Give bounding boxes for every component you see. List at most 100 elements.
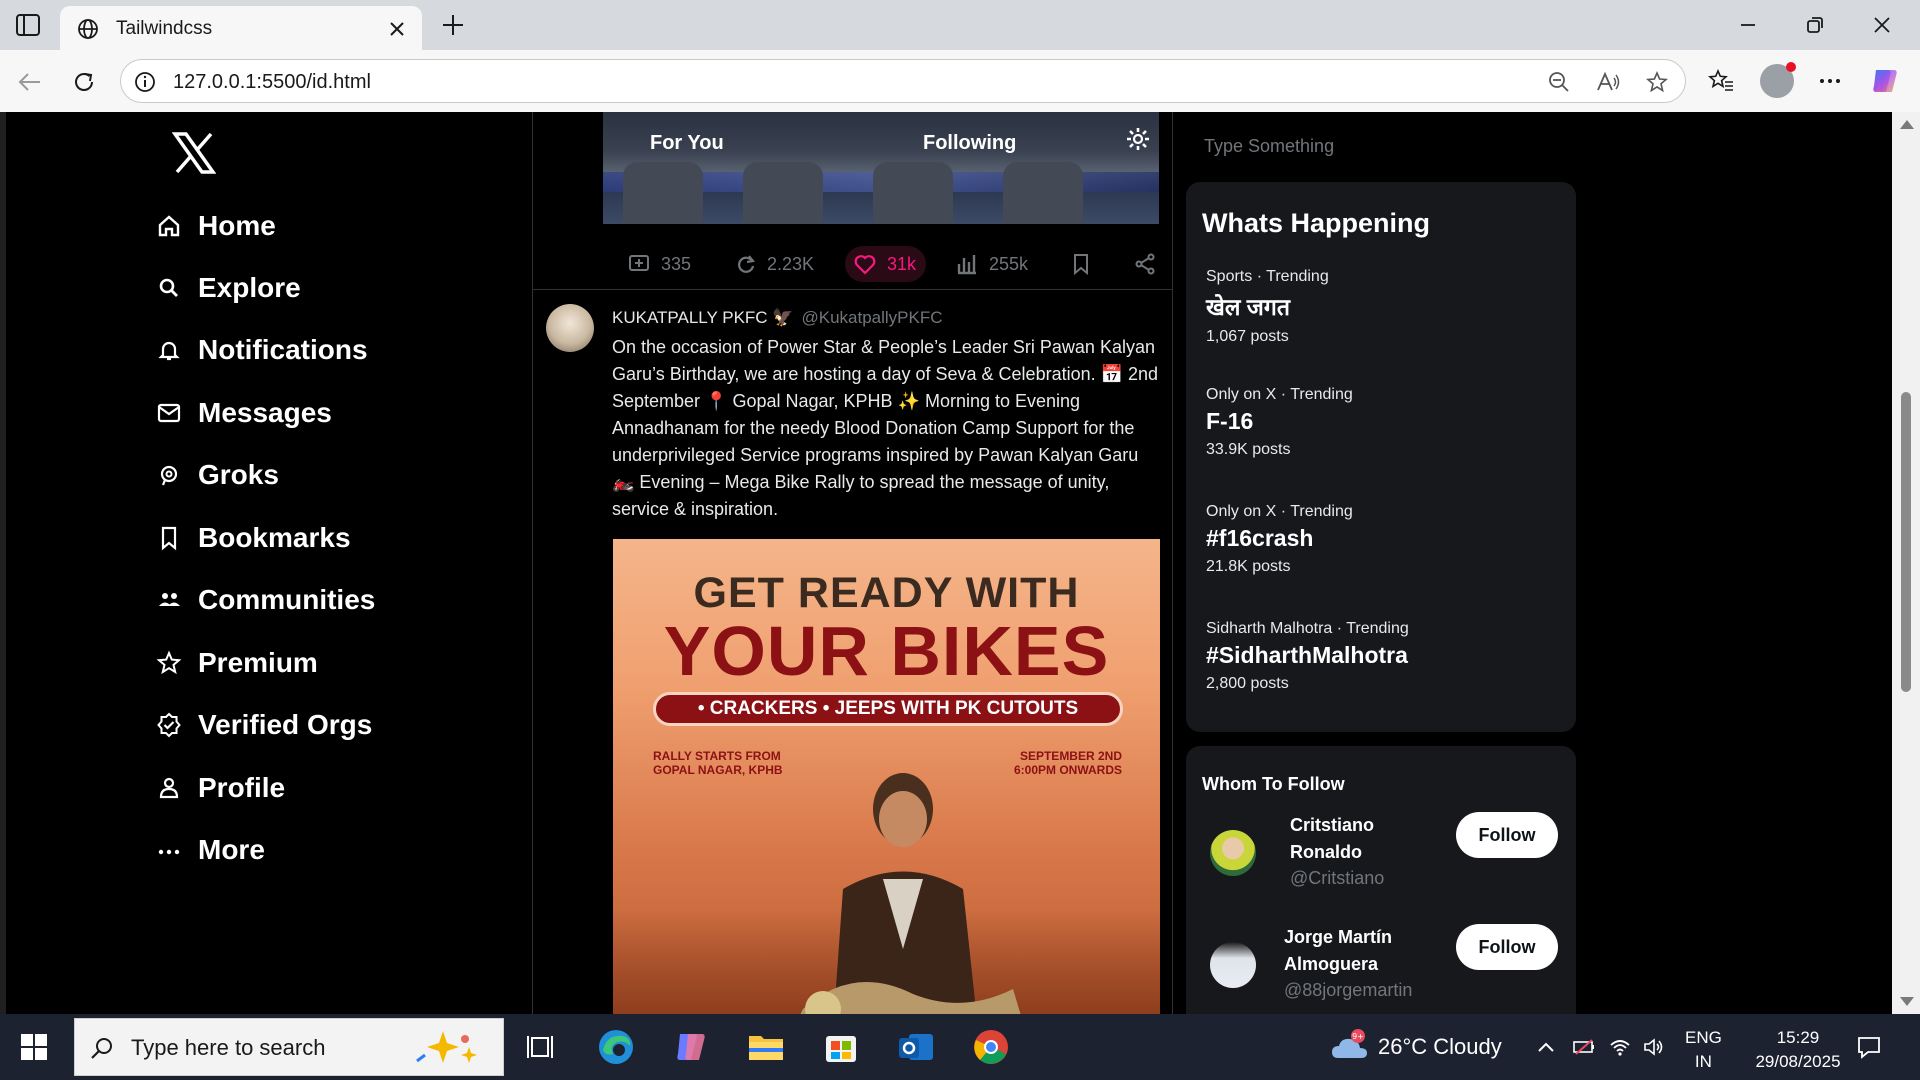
chrome-icon[interactable] (970, 1026, 1012, 1068)
like-button[interactable]: 31k (845, 246, 927, 282)
bookmark-button[interactable] (1069, 246, 1103, 282)
task-view-icon[interactable] (520, 1026, 562, 1068)
sidebar-item-groks[interactable]: Groks (156, 450, 279, 500)
sidebar-item-label: Notifications (198, 334, 368, 365)
more-options-icon[interactable] (1816, 67, 1844, 95)
read-aloud-icon[interactable] (1595, 70, 1621, 94)
copilot-app-icon[interactable] (670, 1026, 712, 1068)
trend-item[interactable]: Sidharth Malhotra · Trending #SidharthMa… (1206, 620, 1409, 693)
trend-meta: Only on X · Trending (1206, 503, 1353, 520)
follow-user-handle: @Critstiano (1290, 868, 1385, 888)
clock-date: 29/08/2025 (1755, 1052, 1841, 1071)
profile-avatar[interactable] (1760, 62, 1796, 98)
edge-browser-icon[interactable] (595, 1026, 637, 1068)
url-text[interactable]: 127.0.0.1:5500/id.html (173, 71, 371, 94)
browser-tab[interactable]: Tailwindcss (60, 6, 422, 50)
trend-item[interactable]: Sports · Trending खेल जगत 1,067 posts (1206, 268, 1329, 346)
url-field[interactable]: 127.0.0.1:5500/id.html (120, 59, 1686, 103)
cloudy-weather-icon[interactable]: 9+ (1330, 1028, 1370, 1062)
language-code: ENG (1685, 1028, 1722, 1047)
views-button[interactable]: 255k (955, 246, 1028, 282)
microsoft-store-icon[interactable] (820, 1026, 862, 1068)
sidebar-item-more[interactable]: More (156, 825, 265, 875)
scroll-down-arrow-icon[interactable] (1900, 997, 1914, 1006)
wifi-icon[interactable] (1608, 1036, 1632, 1058)
avatar[interactable] (1210, 830, 1256, 876)
trend-posts: 2,800 posts (1206, 675, 1289, 692)
scroll-up-arrow-icon[interactable] (1900, 120, 1914, 129)
trend-item[interactable]: Only on X · Trending #f16crash 21.8K pos… (1206, 503, 1353, 576)
zoom-out-icon[interactable] (1547, 70, 1571, 94)
repost-count: 2.23K (767, 253, 815, 274)
follow-user-name[interactable]: Critstiano Ronaldo (1290, 812, 1450, 866)
tab-actions-icon[interactable] (14, 12, 42, 38)
tweet-image[interactable]: GET READY WITH YOUR BIKES • CRACKERS • J… (613, 539, 1160, 1014)
follow-button[interactable]: Follow (1456, 812, 1558, 858)
back-arrow-icon[interactable] (16, 68, 44, 96)
reply-button[interactable]: 335 (627, 246, 691, 282)
battery-icon[interactable] (1572, 1036, 1596, 1058)
notifications-icon[interactable] (1856, 1034, 1882, 1060)
windows-start-icon[interactable] (20, 1033, 48, 1061)
minimize-icon[interactable] (1737, 14, 1759, 36)
avatar[interactable] (546, 304, 594, 352)
sidebar-item-explore[interactable]: Explore (156, 263, 301, 313)
follow-user-name[interactable]: Jorge Martín Almoguera (1284, 924, 1444, 978)
favorite-star-icon[interactable] (1645, 70, 1669, 94)
person-icon (159, 777, 179, 799)
close-tab-icon[interactable] (386, 18, 408, 40)
taskbar-search-input[interactable]: Type here to search (74, 1018, 504, 1076)
gear-icon[interactable] (1125, 126, 1151, 152)
tweet-display-name[interactable]: KUKATPALLY PKFC 🦅 (612, 308, 793, 327)
window-close-icon[interactable] (1871, 14, 1893, 36)
search-input[interactable]: Type Something (1204, 136, 1334, 157)
page-scrollbar[interactable] (1892, 112, 1920, 1014)
outlook-icon[interactable] (895, 1026, 937, 1068)
restore-icon[interactable] (1804, 14, 1826, 36)
sidebar-item-premium[interactable]: Premium (156, 638, 318, 688)
trend-meta: Sidharth Malhotra · Trending (1206, 620, 1409, 637)
site-info-icon[interactable] (133, 70, 157, 94)
tab-for-you[interactable]: For You (650, 132, 724, 155)
sidebar-item-profile[interactable]: Profile (156, 763, 285, 813)
trend-item[interactable]: Only on X · Trending F-16 33.9K posts (1206, 386, 1353, 459)
file-explorer-icon[interactable] (745, 1026, 787, 1068)
favorites-icon[interactable] (1707, 67, 1735, 95)
copilot-icon[interactable] (1868, 64, 1902, 98)
repost-button[interactable]: 2.23K (733, 246, 814, 282)
tweet-handle[interactable]: @KukatpallyPKFC (801, 308, 942, 327)
sidebar-item-verified-orgs[interactable]: Verified Orgs (156, 700, 372, 750)
header-background (743, 162, 823, 224)
x-logo-icon[interactable] (172, 132, 216, 174)
chevron-up-icon[interactable] (1534, 1036, 1558, 1058)
sparkle-icon (416, 1031, 477, 1063)
weather-text[interactable]: 26°C Cloudy (1378, 1034, 1502, 1060)
post-actions: 335 2.23K 31k 255k (603, 236, 1159, 296)
address-bar-area: 127.0.0.1:5500/id.html (0, 50, 1920, 112)
bell-icon (158, 341, 180, 361)
new-tab-icon[interactable] (440, 12, 466, 38)
share-button[interactable] (1133, 246, 1167, 282)
home-icon (158, 215, 180, 237)
scrollbar-thumb[interactable] (1901, 392, 1911, 692)
avatar[interactable] (1210, 942, 1256, 988)
language-indicator[interactable]: ENG IN (1685, 1026, 1722, 1074)
share-icon (1135, 253, 1155, 275)
volume-icon[interactable] (1642, 1036, 1666, 1058)
sidebar-item-notifications[interactable]: Notifications (156, 325, 368, 375)
refresh-icon[interactable] (70, 68, 98, 96)
trend-meta: Only on X · Trending (1206, 386, 1353, 403)
follow-button[interactable]: Follow (1456, 924, 1558, 970)
system-clock[interactable]: 15:29 29/08/2025 (1752, 1026, 1844, 1074)
tab-title: Tailwindcss (116, 18, 213, 39)
sidebar-item-bookmarks[interactable]: Bookmarks (156, 513, 351, 563)
sidebar-item-communities[interactable]: Communities (156, 575, 375, 625)
sidebar-item-label: Verified Orgs (198, 709, 373, 740)
sidebar-item-home[interactable]: Home (156, 201, 276, 251)
star-icon (156, 650, 182, 675)
trend-name: F-16 (1206, 408, 1254, 434)
column-divider (1172, 112, 1173, 1014)
tab-following[interactable]: Following (923, 132, 1016, 155)
who-to-follow-card: Whom To Follow Critstiano Ronaldo @Crits… (1186, 746, 1576, 1014)
sidebar-item-messages[interactable]: Messages (156, 388, 332, 438)
